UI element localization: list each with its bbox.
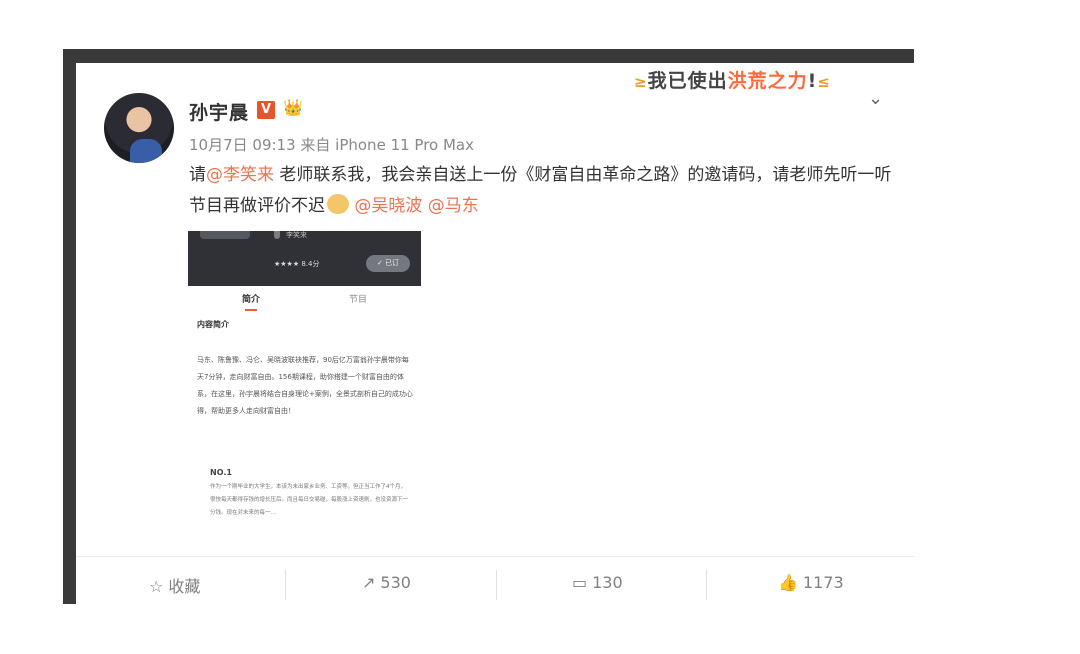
action-separator xyxy=(706,570,707,600)
image-body-text: 马东、陈鲁豫、冯仑、吴晓波联袂推荐，90后亿万富翁孙宇晨带你每天7分钟，走向财富… xyxy=(197,356,413,415)
mention-link[interactable]: @马东 xyxy=(422,196,479,216)
comment-icon: ▭ xyxy=(572,573,588,592)
image-small-text: 作为一个刚毕业的大学生，本该为未出家乡业务、工资等。但正当工作了4个月，很快每天… xyxy=(210,484,409,516)
post-meta: 10月7日 09:13 来自 iPhone 11 Pro Max xyxy=(189,136,474,154)
slogan-suffix: ! xyxy=(807,70,818,92)
mention-link[interactable]: @李笑来 xyxy=(206,165,274,185)
post-text: 请@李笑来 老师联系我，我会亲自送上一份《财富自由革命之路》的邀请码，请老师先听… xyxy=(189,160,899,222)
image-author: 李笑来 xyxy=(286,231,307,239)
action-separator xyxy=(285,570,286,600)
image-rating: ★★★★ 8.4分 xyxy=(274,260,320,268)
repost-count: 530 xyxy=(380,573,411,592)
star-outline-icon: ☆ xyxy=(149,577,164,596)
image-tabs: 简介 节目 xyxy=(188,289,421,311)
verified-badge-icon: V xyxy=(257,101,275,119)
author-name[interactable]: 孙宇晨 xyxy=(189,98,249,125)
action-divider xyxy=(76,556,914,557)
image-header: 李笑来 ★★★★ 8.4分 ✓ 已订 xyxy=(188,231,421,286)
comment-count: 130 xyxy=(592,573,623,592)
chevron-down-icon[interactable]: ⌄ xyxy=(868,88,883,109)
favorite-label: 收藏 xyxy=(168,577,201,596)
avatar[interactable] xyxy=(104,93,174,163)
post-text-part: 请 xyxy=(189,165,206,185)
image-section-title: 内容简介 xyxy=(197,320,229,329)
favorite-button[interactable]: ☆ 收藏 xyxy=(149,573,200,597)
dog-emoji-icon xyxy=(327,194,349,214)
mention-link[interactable]: @吴晓波 xyxy=(349,196,422,216)
image-tab-intro: 简介 xyxy=(242,295,261,305)
image-author-avatar xyxy=(274,231,280,239)
attached-image[interactable]: 李笑来 ★★★★ 8.4分 ✓ 已订 简介 节目 内容简介 马东、陈鲁豫、冯仑、… xyxy=(188,231,421,542)
frame-left xyxy=(63,49,76,604)
action-separator xyxy=(496,570,497,600)
frame-top xyxy=(63,49,914,63)
slogan-prefix: 我已使出 xyxy=(647,70,728,92)
sparkle-right-icon: ≤ xyxy=(817,73,831,91)
image-thumb xyxy=(200,231,250,239)
image-tab-episodes: 节目 xyxy=(349,295,368,305)
image-subscribe-button: ✓ 已订 xyxy=(366,255,410,272)
sparkle-left-icon: ≥ xyxy=(634,73,648,91)
like-count: 1173 xyxy=(802,573,844,592)
like-button[interactable]: 👍 1173 xyxy=(778,573,844,592)
slogan-banner: ≥我已使出洪荒之力!≤ xyxy=(634,66,831,93)
share-icon: ↗ xyxy=(362,573,376,592)
image-tab-underline xyxy=(245,309,257,311)
repost-button[interactable]: ↗ 530 xyxy=(362,573,411,592)
post-text-part: 老师联系我，我会亲自送上一份《财富自由革命之路》的邀请码，请老师先听一听节目再做… xyxy=(189,165,892,216)
slogan-highlight: 洪荒之力 xyxy=(727,70,808,92)
comment-button[interactable]: ▭ 130 xyxy=(572,573,623,592)
thumbs-up-icon: 👍 xyxy=(778,573,798,592)
crown-icon: 👑 xyxy=(283,98,303,117)
image-no-label: NO.1 xyxy=(210,468,232,477)
